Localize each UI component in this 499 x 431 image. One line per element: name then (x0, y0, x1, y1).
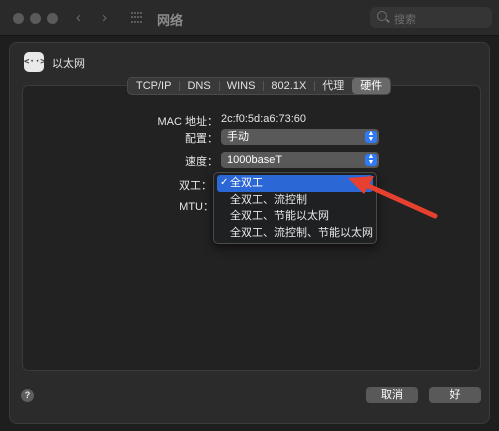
search-icon (377, 11, 387, 21)
window-title: 网络 (157, 13, 184, 28)
speed-popup[interactable]: 1000baseT ▲ ▼ (221, 152, 379, 168)
search-field[interactable]: 搜索 (370, 7, 492, 28)
checkmark-icon: ✓ (220, 177, 229, 188)
mac-address-label: MAC 地址： (157, 116, 219, 128)
ok-button[interactable]: 好 (429, 387, 481, 403)
search-placeholder: 搜索 (394, 14, 416, 26)
back-chevron-icon[interactable]: ‹ (76, 9, 81, 26)
tab-proxy[interactable]: 代理 (314, 78, 352, 94)
ethernet-icon: <··> (24, 52, 46, 72)
chevron-updown-icon: ▲ ▼ (365, 153, 377, 166)
tab-hardware[interactable]: 硬件 (352, 78, 391, 94)
chevron-updown-icon: ▲ ▼ (365, 130, 377, 143)
tab-wins[interactable]: WINS (218, 78, 264, 94)
speed-label: 速度： (185, 156, 218, 168)
duplex-label: 双工： (179, 180, 212, 192)
close-window-button[interactable] (13, 13, 24, 24)
tab-bar: TCP/IP DNS WINS 802.1X 代理 硬件 (127, 77, 392, 95)
configure-value: 手动 (227, 131, 249, 143)
forward-chevron-icon[interactable]: › (102, 9, 107, 26)
help-button[interactable]: ? (21, 389, 34, 402)
tab-tcpip[interactable]: TCP/IP (128, 78, 179, 94)
duplex-option-label: 全双工 (230, 177, 263, 189)
minimize-window-button[interactable] (30, 13, 41, 24)
configure-popup[interactable]: 手动 ▲ ▼ (221, 129, 379, 145)
zoom-window-button[interactable] (47, 13, 58, 24)
service-name: 以太网 (52, 58, 85, 70)
tab-dns[interactable]: DNS (179, 78, 218, 94)
speed-value: 1000baseT (227, 154, 283, 166)
tab-8021x[interactable]: 802.1X (263, 78, 314, 94)
show-all-grid-icon[interactable] (131, 12, 143, 24)
annotation-arrow-icon (348, 176, 438, 219)
mtu-label: MTU： (179, 201, 214, 213)
cancel-button[interactable]: 取消 (366, 387, 418, 403)
mac-address-value: 2c:f0:5d:a6:73:60 (221, 113, 307, 125)
duplex-option-flow-control-eee[interactable]: 全双工、流控制、节能以太网 (214, 225, 376, 242)
window-titlebar: ‹ › 网络 搜索 (0, 0, 499, 36)
configure-label: 配置： (185, 133, 218, 145)
